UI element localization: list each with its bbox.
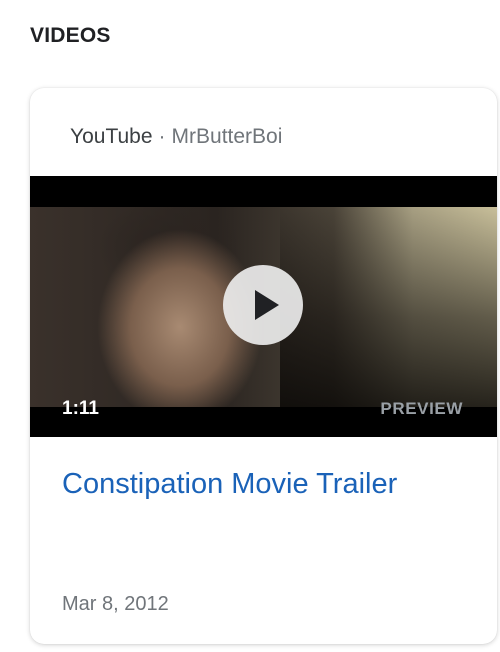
- publish-date: Mar 8, 2012: [62, 593, 169, 615]
- thumbnail-shade: [280, 207, 497, 407]
- source-name: YouTube: [70, 125, 153, 148]
- video-duration: 1:11: [62, 398, 99, 419]
- video-card[interactable]: YouTube · MrButterBoi 1:11 PREVIEW Constip…: [30, 88, 497, 644]
- video-thumbnail[interactable]: 1:11 PREVIEW: [30, 176, 497, 437]
- channel-name[interactable]: MrButterBoi: [172, 125, 283, 148]
- play-button[interactable]: [223, 265, 303, 345]
- section-title: VIDEOS: [30, 24, 111, 47]
- play-icon: [255, 290, 279, 320]
- preview-label: PREVIEW: [380, 399, 463, 418]
- video-title-link[interactable]: Constipation Movie Trailer: [62, 468, 397, 501]
- source-separator: ·: [158, 125, 166, 148]
- source-line: YouTube · MrButterBoi: [70, 125, 282, 149]
